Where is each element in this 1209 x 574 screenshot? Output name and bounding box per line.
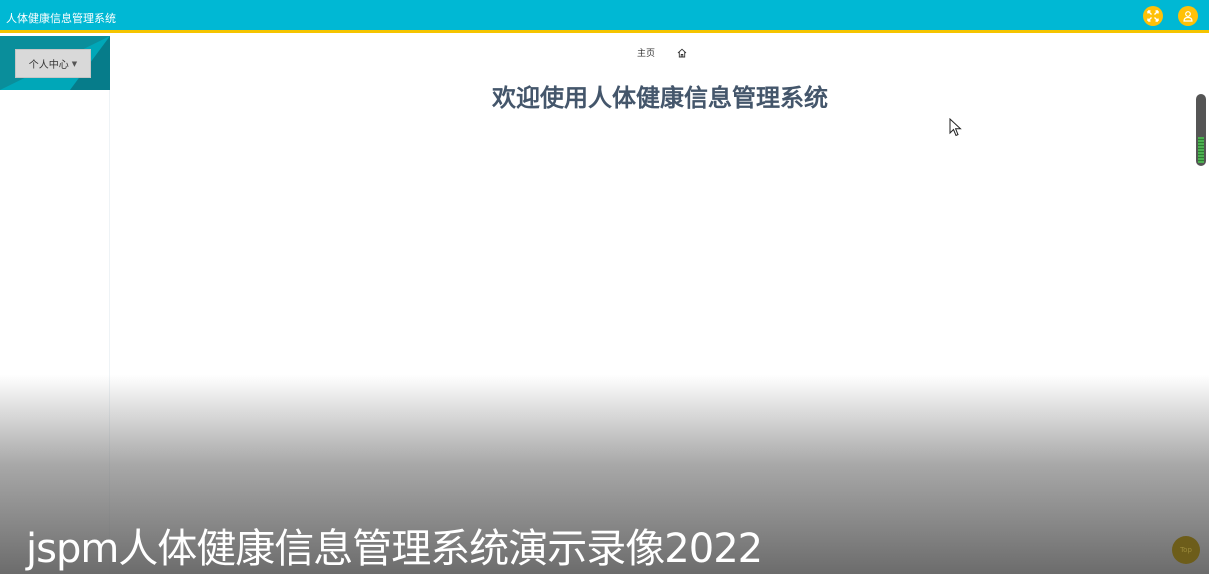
sidebar-header: 个人中心 ▼ [0, 36, 110, 90]
top-bar: 人体健康信息管理系统 [0, 0, 1209, 33]
breadcrumb: 主页 [637, 46, 687, 59]
user-icon-glyph [1183, 11, 1193, 22]
mouse-cursor-icon [949, 117, 962, 141]
scroll-indicator-fill [1198, 137, 1204, 163]
chevron-down-icon: ▼ [71, 59, 78, 68]
main-content: 主页 欢迎使用人体健康信息管理系统 [111, 36, 1209, 574]
scroll-indicator[interactable] [1196, 94, 1206, 166]
back-to-top-button[interactable]: Top [1172, 536, 1200, 564]
sidebar: 个人中心 ▼ [0, 36, 110, 574]
breadcrumb-home-link[interactable]: 主页 [637, 46, 655, 59]
expand-icon[interactable] [1143, 6, 1163, 26]
app-title: 人体健康信息管理系统 [6, 12, 116, 25]
personal-center-label: 个人中心 [28, 60, 69, 71]
home-icon[interactable] [677, 48, 687, 58]
video-caption: jspm人体健康信息管理系统演示录像2022 [26, 526, 763, 572]
page-title: 欢迎使用人体健康信息管理系统 [492, 84, 828, 112]
user-icon[interactable] [1178, 6, 1198, 26]
expand-icon-glyph [1147, 10, 1159, 22]
personal-center-button[interactable]: 个人中心 ▼ [15, 49, 91, 78]
